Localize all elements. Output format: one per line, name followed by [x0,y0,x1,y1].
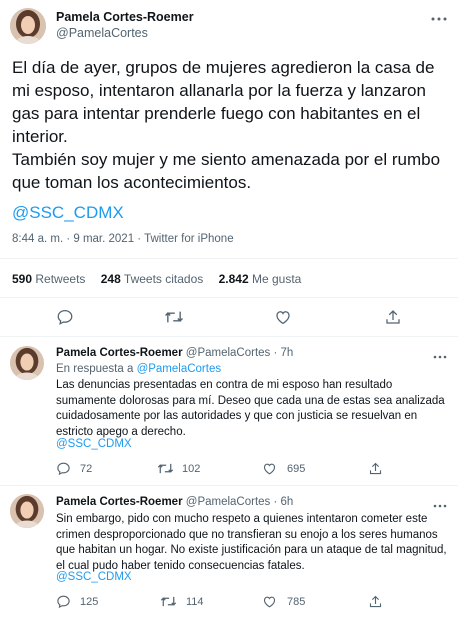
mention-link[interactable]: @SSC_CDMX [56,437,132,453]
reply-to-label: En respuesta a [56,363,134,375]
retweets-stat[interactable]: 590 Retweets [12,272,85,286]
avatar[interactable] [10,346,44,380]
divider [0,336,458,337]
more-icon[interactable] [430,12,448,24]
divider [0,297,458,298]
quotes-count: 248 [100,272,121,286]
reply-header: Pamela Cortes-Roemer @PamelaCortes · 7h [56,347,293,359]
retweet-count: 102 [182,463,201,475]
like-count: 695 [287,463,306,475]
reply-icon[interactable] [56,594,71,609]
share-icon[interactable] [368,461,383,476]
more-icon[interactable] [432,349,448,359]
tweet-timestamp[interactable]: 8:44 a. m. · 9 mar. 2021 · Twitter for i… [12,233,234,245]
author-name[interactable]: Pamela Cortes-Roemer [56,347,183,359]
reply-text: Sin embargo, pido con mucho respeto a qu… [56,513,447,572]
reply-to-line: En respuesta a @PamelaCortes [56,363,221,375]
tweet-stats: 590 Retweets 248 Tweets citados 2.842 Me… [12,272,301,286]
reply-icon[interactable] [56,308,74,326]
likes-label: Me gusta [252,272,302,286]
share-icon[interactable] [384,308,402,326]
reply-count: 72 [80,463,93,475]
more-icon[interactable] [432,498,448,508]
retweet-icon[interactable] [164,308,184,326]
retweets-label: Retweets [35,272,86,286]
likes-stat[interactable]: 2.842 Me gusta [219,272,302,286]
avatar[interactable] [10,494,44,528]
reply-count: 125 [80,596,99,608]
reply-icon[interactable] [56,461,71,476]
author-name[interactable]: Pamela Cortes-Roemer [56,10,194,24]
quotes-label: Tweets citados [123,272,204,286]
mention-link[interactable]: @SSC_CDMX [12,201,124,224]
divider [0,258,458,259]
like-icon[interactable] [262,594,277,609]
mention-link[interactable]: @SSC_CDMX [56,570,132,586]
retweets-count: 590 [12,272,33,286]
tweet-text: El día de ayer, grupos de mujeres agredi… [12,58,441,192]
reply-text: Las denuncias presentadas en contra de m… [56,379,445,438]
divider [0,485,458,486]
quotes-stat[interactable]: 248 Tweets citados [101,272,204,286]
retweet-count: 114 [186,596,204,608]
reply-header: Pamela Cortes-Roemer @PamelaCortes · 6h [56,496,293,508]
likes-count: 2.842 [218,272,249,286]
reply-to-handle[interactable]: @PamelaCortes [137,363,222,375]
retweet-icon[interactable] [157,461,174,476]
avatar[interactable] [10,8,46,44]
author-handle[interactable]: @PamelaCortes [56,26,148,40]
author-handle[interactable]: @PamelaCortes · 7h [186,347,294,359]
author-handle[interactable]: @PamelaCortes · 6h [186,496,294,508]
share-icon[interactable] [368,594,383,609]
like-icon[interactable] [262,461,277,476]
author-name[interactable]: Pamela Cortes-Roemer [56,496,183,508]
like-count: 785 [287,596,306,608]
like-icon[interactable] [274,308,292,326]
retweet-icon[interactable] [160,594,177,609]
